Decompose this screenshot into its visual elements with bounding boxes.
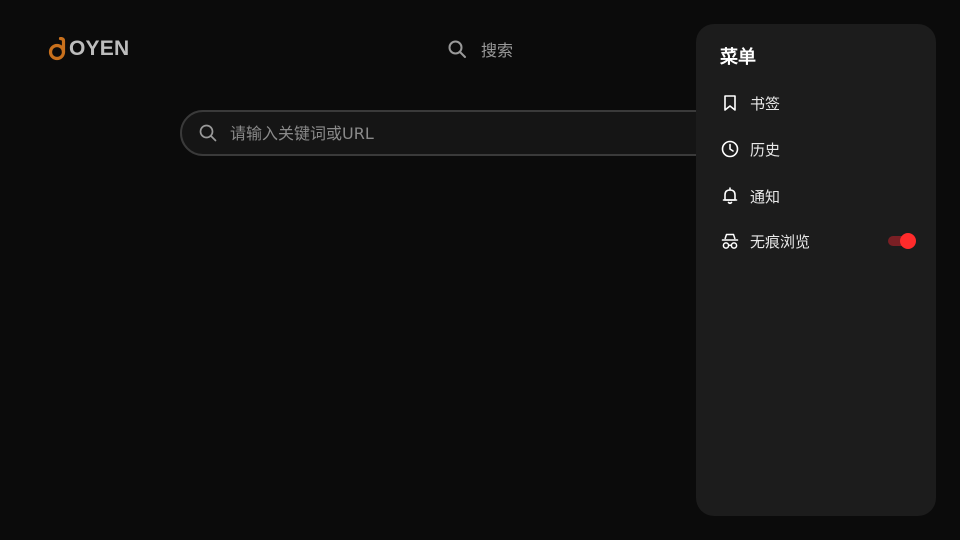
menu-item-label: 无痕浏览 (750, 232, 811, 251)
menu-item-label: 历史 (750, 140, 781, 159)
menu-item-label: 通知 (750, 187, 781, 206)
menu-item-history[interactable]: 历史 (720, 135, 916, 163)
bell-icon (722, 187, 738, 205)
app-logo: OYEN (48, 36, 129, 62)
clock-icon (721, 140, 739, 158)
browser-home-screen: OYEN 搜索 菜单 书签 历史 (0, 0, 960, 540)
url-search-input[interactable] (228, 122, 692, 144)
menu-panel: 菜单 书签 历史 通知 无痕浏览 (696, 24, 936, 516)
menu-title: 菜单 (720, 47, 756, 68)
logo-d-icon (48, 37, 66, 61)
incognito-icon (721, 233, 739, 249)
menu-item-incognito[interactable]: 无痕浏览 (720, 227, 916, 255)
url-search-bar[interactable] (180, 110, 780, 156)
bookmark-icon (724, 95, 736, 111)
search-icon (199, 124, 217, 142)
top-search-button[interactable]: 搜索 (447, 37, 513, 61)
search-icon (448, 40, 466, 58)
menu-item-notifications[interactable]: 通知 (720, 182, 916, 210)
incognito-toggle[interactable] (886, 233, 916, 249)
logo-text: OYEN (69, 37, 130, 60)
toggle-knob (900, 233, 916, 249)
menu-item-label: 书签 (750, 94, 781, 113)
top-search-label: 搜索 (481, 41, 514, 60)
menu-item-bookmarks[interactable]: 书签 (720, 89, 916, 117)
